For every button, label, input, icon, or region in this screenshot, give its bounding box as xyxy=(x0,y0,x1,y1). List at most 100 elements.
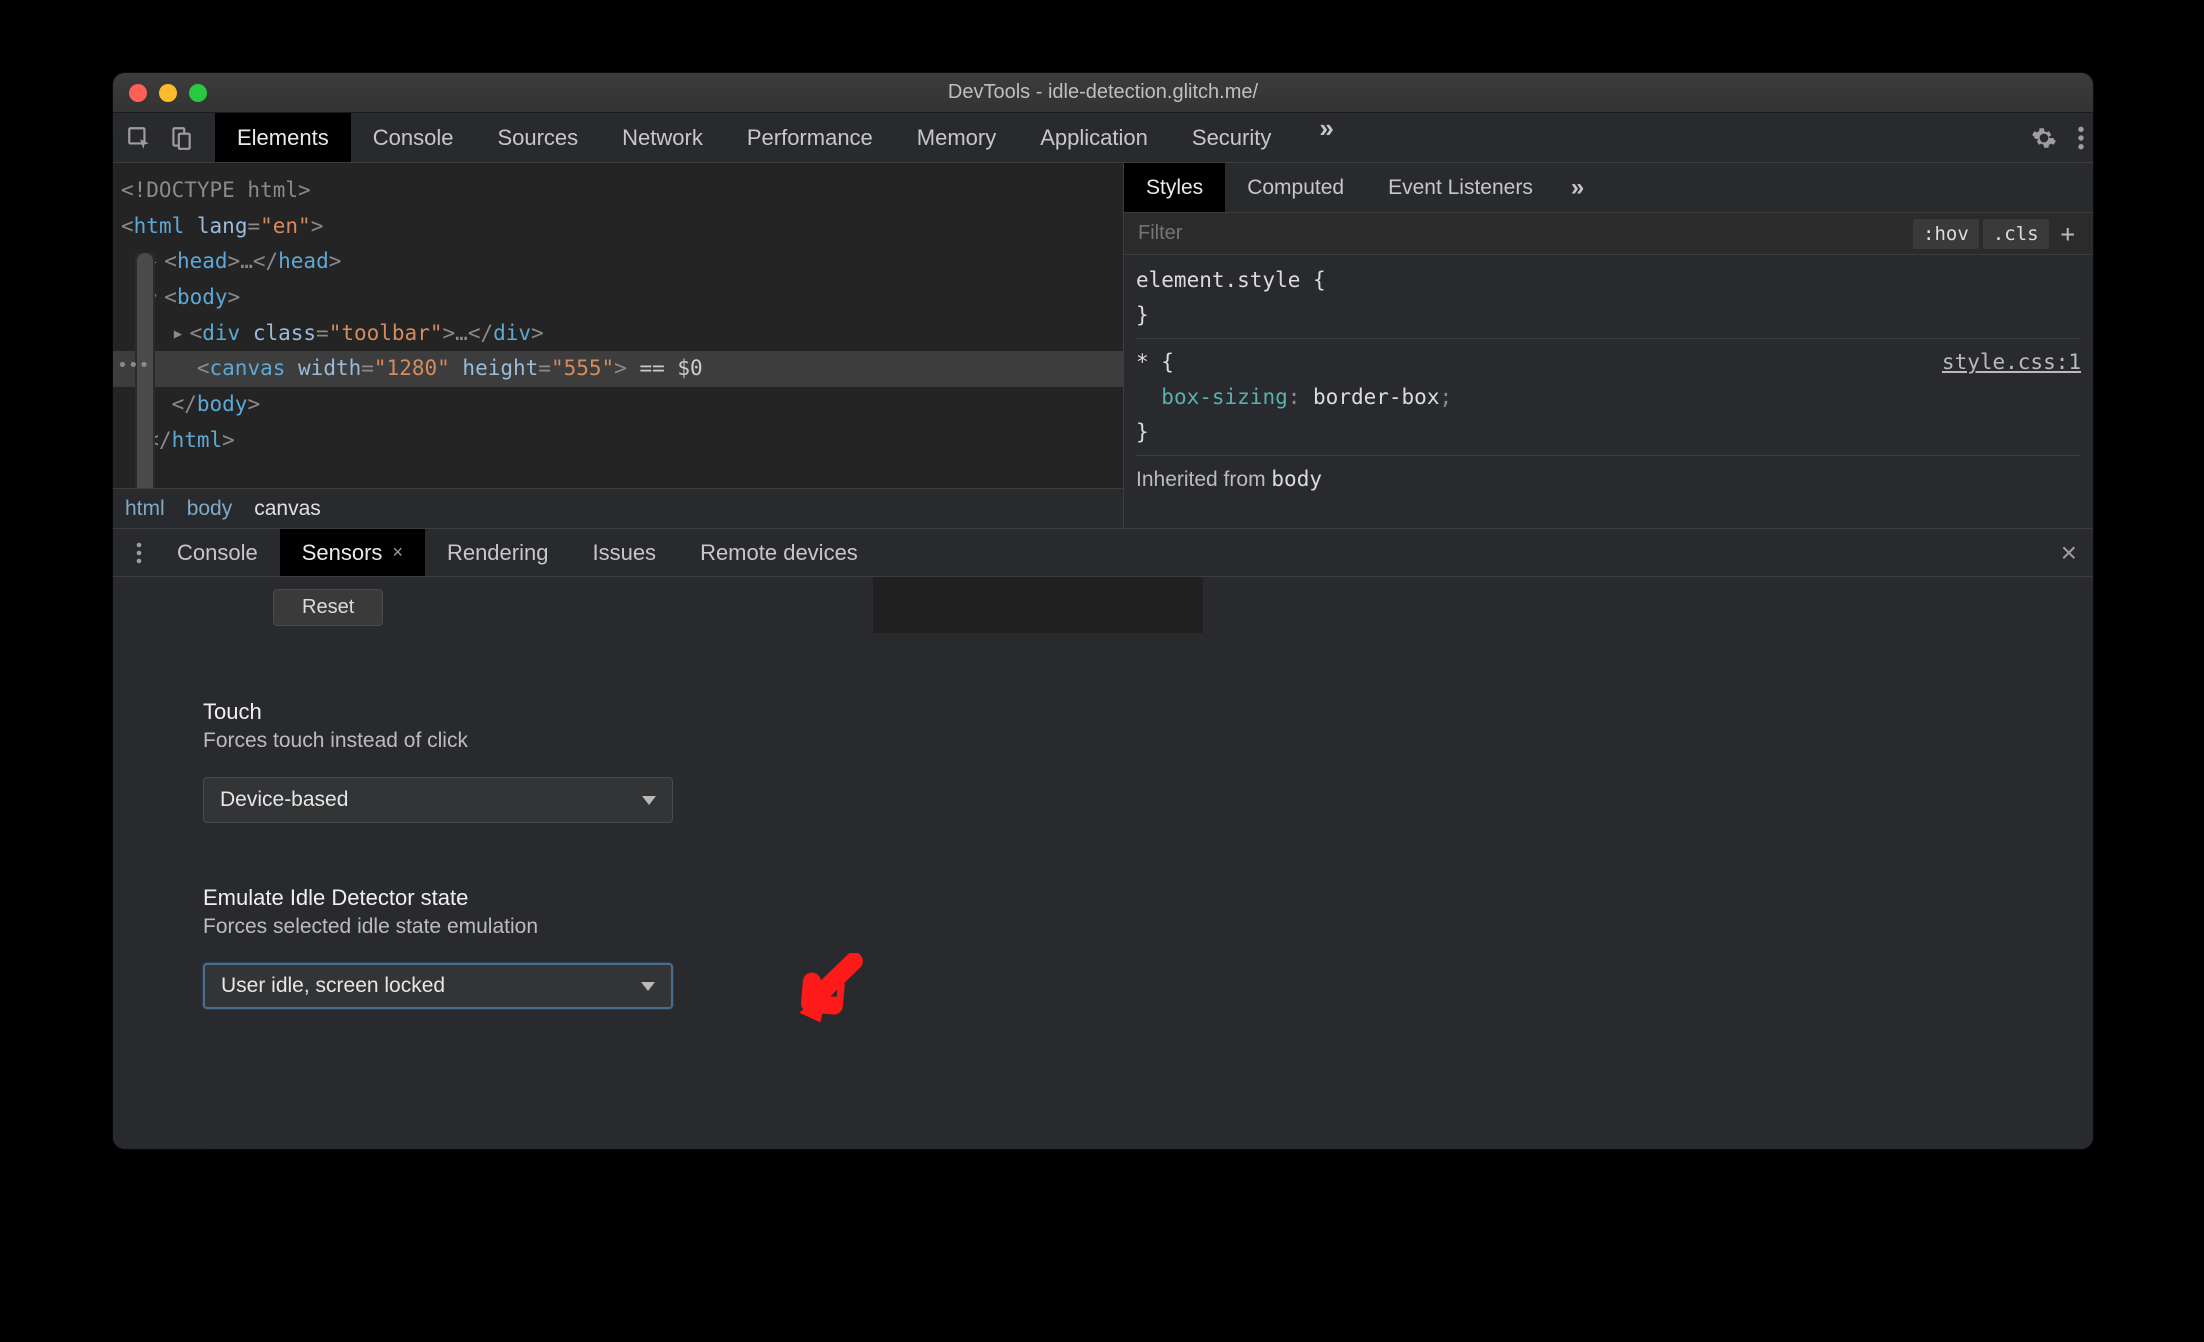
rule2-close: } xyxy=(1136,420,1149,444)
attr-width: width xyxy=(298,356,361,380)
dom-tree[interactable]: <!DOCTYPE html> <html lang="en"> ▸<head>… xyxy=(113,163,1123,469)
drawer-tab-rendering[interactable]: Rendering xyxy=(425,529,571,576)
tab-event-listeners[interactable]: Event Listeners xyxy=(1366,163,1555,212)
reset-button[interactable]: Reset xyxy=(273,589,383,626)
dom-line-html-open[interactable]: <html lang="en"> xyxy=(121,209,1115,245)
dom-line-body-open[interactable]: ▾<body> xyxy=(121,280,1115,316)
tab-memory[interactable]: Memory xyxy=(895,113,1018,162)
dom-line-head[interactable]: ▸<head>…</head> xyxy=(121,244,1115,280)
tag-div: div xyxy=(202,321,240,345)
tab-performance[interactable]: Performance xyxy=(725,113,895,162)
tag-html-close: html xyxy=(172,428,223,452)
rule2-open: { xyxy=(1149,350,1174,374)
attr-lang: lang xyxy=(197,214,248,238)
drawer-body: Reset Touch Forces touch instead of clic… xyxy=(113,577,2093,1149)
tabs-overflow-icon[interactable]: » xyxy=(1307,113,1345,162)
rule2-val: border-box xyxy=(1313,385,1439,409)
add-rule-button[interactable]: + xyxy=(2053,220,2083,248)
tab-network[interactable]: Network xyxy=(600,113,725,162)
chip-hov[interactable]: :hov xyxy=(1913,219,1979,249)
inspect-element-icon[interactable] xyxy=(121,120,157,156)
touch-section: Touch Forces touch instead of click Devi… xyxy=(203,699,2069,823)
dom-line-body-close[interactable]: </body> xyxy=(121,387,1115,423)
annotation-arrow-icon xyxy=(793,953,863,1033)
close-window-button[interactable] xyxy=(129,84,147,102)
tag-body: body xyxy=(177,285,228,309)
panel-tabs: Elements Console Sources Network Perform… xyxy=(215,113,1346,162)
devtools-window: DevTools - idle-detection.glitch.me/ Ele… xyxy=(113,73,2093,1149)
div-ellipsis: … xyxy=(455,321,468,345)
idle-state-select[interactable]: User idle, screen locked xyxy=(203,963,673,1009)
idle-detector-section: Emulate Idle Detector state Forces selec… xyxy=(203,885,2069,1009)
touch-select-value: Device-based xyxy=(220,788,348,812)
toolbar-right xyxy=(2031,125,2085,151)
inherited-from-row: Inherited from body xyxy=(1136,462,2081,498)
style-rules: element.style { } style.css:1 * { box-si… xyxy=(1124,255,2093,528)
drawer: Console Sensors × Rendering Issues Remot… xyxy=(113,528,2093,1149)
settings-gear-icon[interactable] xyxy=(2031,125,2057,151)
styles-tabs: Styles Computed Event Listeners » xyxy=(1124,163,2093,213)
dom-line-canvas-selected[interactable]: <canvas width="1280" height="555"> == $0 xyxy=(113,351,1123,387)
elements-panel: <!DOCTYPE html> <html lang="en"> ▸<head>… xyxy=(113,163,1123,528)
tag-body-close: body xyxy=(197,392,248,416)
dom-line-html-close[interactable]: </html> xyxy=(121,423,1115,459)
rule2-source-link[interactable]: style.css:1 xyxy=(1942,345,2081,380)
crumb-canvas[interactable]: canvas xyxy=(254,497,321,521)
scrollbar-thumb[interactable] xyxy=(137,253,153,528)
tag-head: head xyxy=(177,249,228,273)
tab-security[interactable]: Security xyxy=(1170,113,1293,162)
inherited-from: body xyxy=(1271,467,1322,491)
attr-width-val: "1280" xyxy=(374,356,450,380)
titlebar: DevTools - idle-detection.glitch.me/ xyxy=(113,73,2093,113)
chip-cls[interactable]: .cls xyxy=(1983,219,2049,249)
styles-filter-input[interactable] xyxy=(1124,222,1913,245)
idle-title: Emulate Idle Detector state xyxy=(203,885,2069,911)
rule-universal[interactable]: style.css:1 * { box-sizing: border-box; … xyxy=(1136,345,2081,456)
touch-title: Touch xyxy=(203,699,2069,725)
touch-select[interactable]: Device-based xyxy=(203,777,673,823)
scrollbar[interactable] xyxy=(135,253,155,528)
device-toolbar-icon[interactable] xyxy=(163,120,199,156)
dom-overflow-dots-icon[interactable]: ••• xyxy=(117,355,150,376)
drawer-tab-remote-devices[interactable]: Remote devices xyxy=(678,529,880,576)
dom-breadcrumbs: html body canvas xyxy=(113,488,1123,528)
touch-subtitle: Forces touch instead of click xyxy=(203,729,2069,753)
crumb-html[interactable]: html xyxy=(125,497,165,521)
close-sensors-tab-icon[interactable]: × xyxy=(392,542,403,563)
idle-select-value: User idle, screen locked xyxy=(221,974,445,998)
maximize-window-button[interactable] xyxy=(189,84,207,102)
tab-computed[interactable]: Computed xyxy=(1225,163,1366,212)
disabled-field-placeholder xyxy=(873,577,1203,633)
tab-styles[interactable]: Styles xyxy=(1124,163,1225,212)
attr-class: class xyxy=(253,321,316,345)
kebab-menu-icon[interactable] xyxy=(2077,125,2085,151)
crumb-body[interactable]: body xyxy=(187,497,233,521)
drawer-tab-console[interactable]: Console xyxy=(155,529,280,576)
idle-subtitle: Forces selected idle state emulation xyxy=(203,915,2069,939)
tab-elements[interactable]: Elements xyxy=(215,113,351,162)
styles-tabs-overflow-icon[interactable]: » xyxy=(1555,174,1600,202)
doctype-text: <!DOCTYPE html> xyxy=(121,178,311,202)
selected-node-indicator: == $0 xyxy=(627,356,703,380)
rule1-close: } xyxy=(1136,303,1149,327)
tab-sources[interactable]: Sources xyxy=(475,113,600,162)
tag-head-close: head xyxy=(278,249,329,273)
minimize-window-button[interactable] xyxy=(159,84,177,102)
drawer-tab-issues[interactable]: Issues xyxy=(570,529,678,576)
dom-line-div-toolbar[interactable]: ▸<div class="toolbar">…</div> xyxy=(121,316,1115,352)
drawer-kebab-icon[interactable] xyxy=(123,541,155,565)
drawer-tab-sensors-label: Sensors xyxy=(302,540,383,566)
attr-lang-val: "en" xyxy=(260,214,311,238)
chevron-down-icon xyxy=(642,796,656,805)
tab-console[interactable]: Console xyxy=(351,113,476,162)
drawer-tabs: Console Sensors × Rendering Issues Remot… xyxy=(113,529,2093,577)
head-ellipsis: … xyxy=(240,249,253,273)
drawer-tab-sensors[interactable]: Sensors × xyxy=(280,529,425,576)
tab-application[interactable]: Application xyxy=(1018,113,1170,162)
rule-element-style[interactable]: element.style { } xyxy=(1136,263,2081,339)
styles-panel: Styles Computed Event Listeners » :hov .… xyxy=(1123,163,2093,528)
drawer-close-icon[interactable]: × xyxy=(2061,537,2077,569)
rule1-selector: element.style xyxy=(1136,268,1300,292)
main-split: <!DOCTYPE html> <html lang="en"> ▸<head>… xyxy=(113,163,2093,528)
dom-line-doctype[interactable]: <!DOCTYPE html> xyxy=(121,173,1115,209)
